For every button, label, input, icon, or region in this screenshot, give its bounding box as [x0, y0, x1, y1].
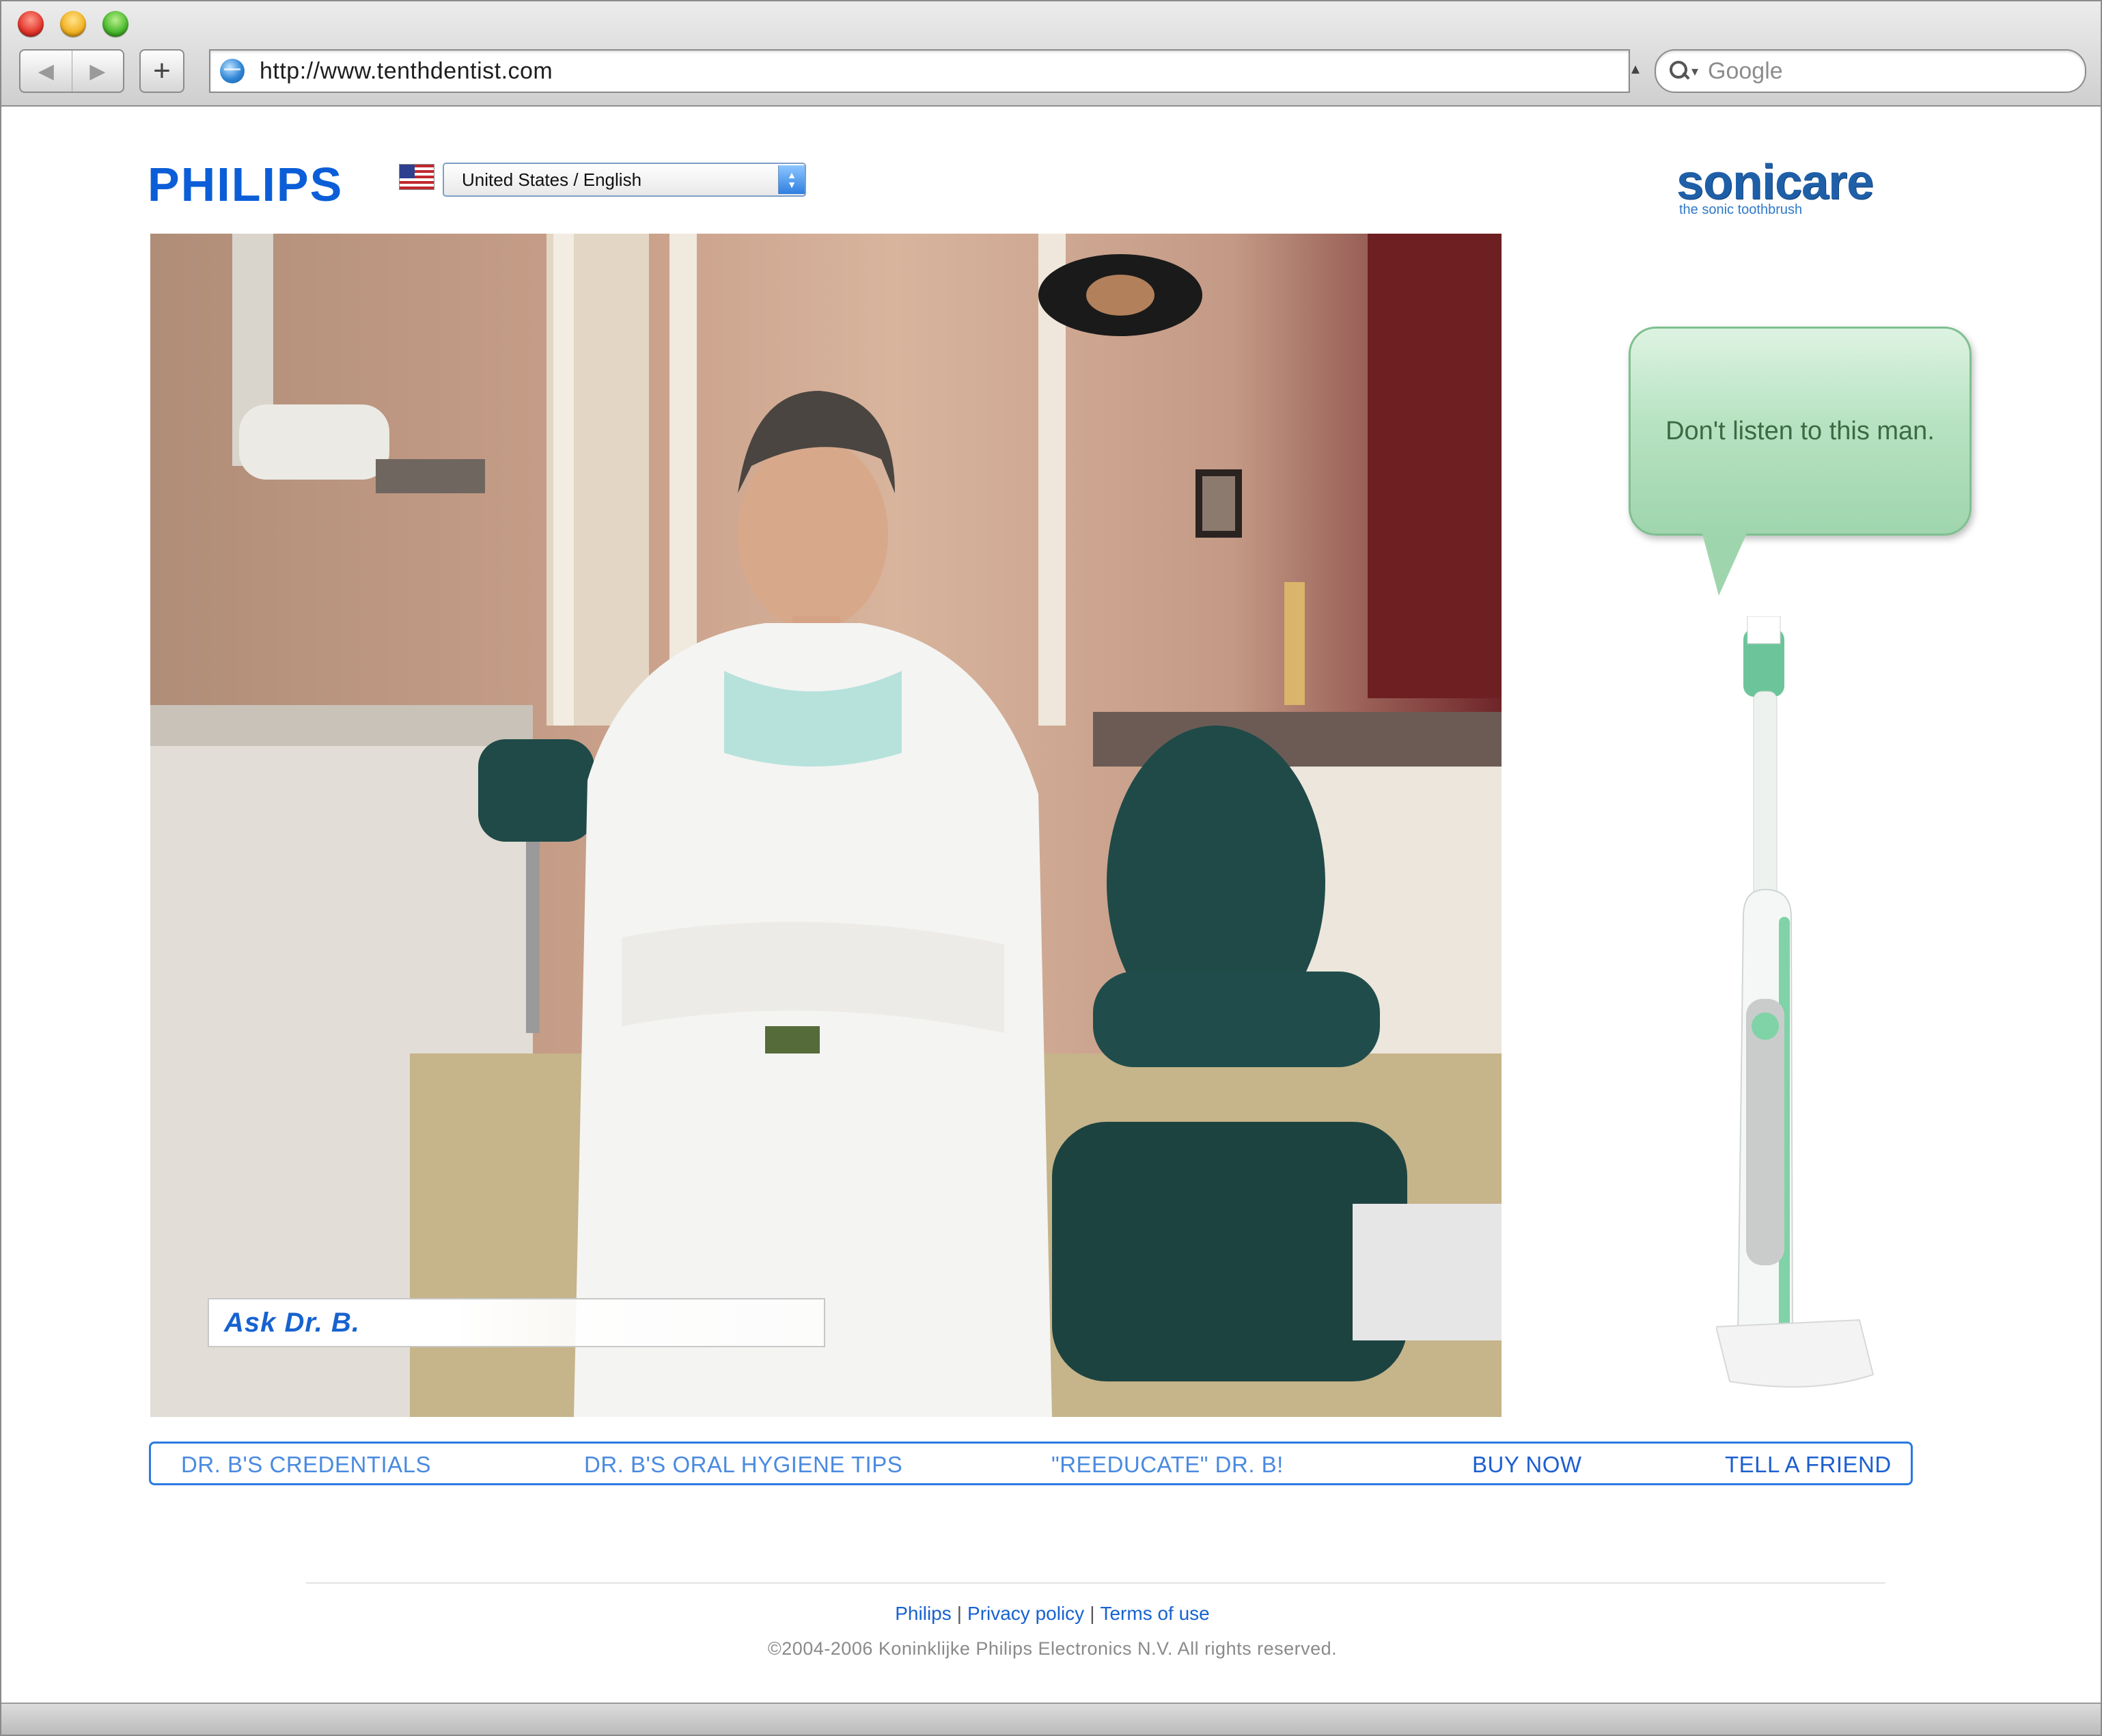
back-arrow-icon: ◀ [38, 59, 54, 83]
philips-logo[interactable]: PHILIPS [148, 157, 343, 212]
forward-arrow-icon: ▶ [89, 59, 106, 83]
nav-credentials[interactable]: DR. B'S CREDENTIALS [181, 1452, 431, 1478]
nav-oral-hygiene-tips[interactable]: DR. B'S ORAL HYGIENE TIPS [584, 1452, 902, 1478]
footer-separator: | [956, 1603, 963, 1624]
dentist-photo: Ask Dr. B. [150, 234, 1502, 1417]
add-bookmark-button[interactable]: + [139, 49, 184, 93]
toothbrush-image[interactable] [1716, 616, 1921, 1395]
nav-reeducate[interactable]: "REEDUCATE" DR. B! [1051, 1452, 1284, 1478]
back-forward-buttons: ◀ ▶ [19, 49, 124, 93]
country-select-value: United States / English [462, 169, 642, 190]
footer-link-terms[interactable]: Terms of use [1100, 1603, 1209, 1624]
browser-window: ◀ ▶ + http://www.tenthdentist.com ▴ ▾ Go… [0, 0, 2102, 1736]
country-language-select[interactable]: United States / English ▲ ▼ [443, 163, 806, 197]
ask-dr-b-label: Ask Dr. B. [224, 1307, 360, 1338]
footer-link-philips[interactable]: Philips [895, 1603, 951, 1624]
dentist-office-illustration [150, 234, 1502, 1417]
back-button[interactable]: ◀ [20, 51, 72, 92]
url-dropdown-icon[interactable]: ▴ [1631, 59, 1640, 79]
speech-bubble-text: Don't listen to this man. [1665, 416, 1935, 445]
forward-button[interactable]: ▶ [72, 51, 124, 92]
footer-divider [306, 1582, 1885, 1584]
select-arrows-icon: ▲ ▼ [778, 165, 805, 194]
nav-buy-now[interactable]: BUY NOW [1472, 1452, 1582, 1478]
footer-links: Philips | Privacy policy | Terms of use [1, 1603, 2101, 1625]
close-window-button[interactable] [18, 11, 44, 37]
nav-tell-a-friend[interactable]: TELL A FRIEND [1725, 1452, 1892, 1478]
search-placeholder: Google [1708, 57, 1783, 84]
speech-bubble-tail [1701, 529, 1749, 596]
browser-toolbar: ◀ ▶ + http://www.tenthdentist.com ▴ ▾ Go… [1, 1, 2101, 107]
footer-link-privacy[interactable]: Privacy policy [967, 1603, 1084, 1624]
footer-separator: | [1090, 1603, 1095, 1624]
search-field[interactable]: ▾ Google [1655, 49, 2086, 93]
us-flag-icon [399, 164, 434, 190]
search-icon [1670, 61, 1690, 81]
sonicare-logo[interactable]: sonicare the sonic toothbrush [1676, 155, 1874, 218]
search-engine-dropdown-icon[interactable]: ▾ [1691, 63, 1698, 80]
url-text: http://www.tenthdentist.com [260, 57, 553, 84]
sonicare-wordmark: sonicare [1676, 155, 1874, 210]
plus-icon: + [153, 54, 171, 87]
address-bar[interactable]: http://www.tenthdentist.com [209, 49, 1630, 93]
main-nav: DR. B'S CREDENTIALS DR. B'S ORAL HYGIENE… [149, 1442, 1913, 1485]
globe-icon [220, 59, 245, 83]
copyright-text: ©2004-2006 Koninklijke Philips Electroni… [767, 1638, 1338, 1659]
zoom-window-button[interactable] [102, 11, 128, 37]
ask-dr-b-button[interactable]: Ask Dr. B. [208, 1298, 825, 1347]
browser-status-bar [1, 1703, 2101, 1735]
minimize-window-button[interactable] [60, 11, 86, 37]
speech-bubble: Don't listen to this man. [1629, 327, 1972, 536]
